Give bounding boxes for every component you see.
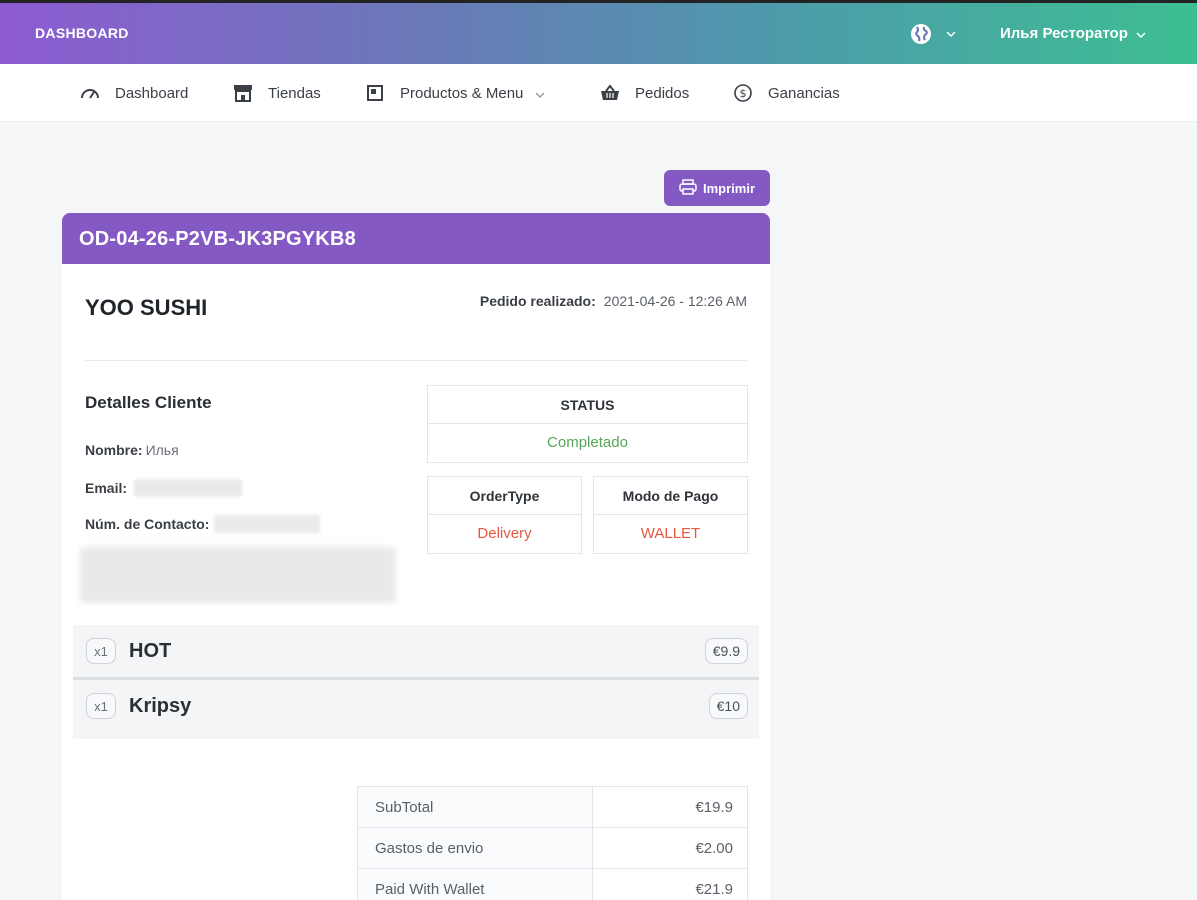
- nav-item-productos[interactable]: Productos & Menu: [364, 84, 545, 102]
- chevron-down-icon: [946, 31, 956, 37]
- total-value: €2.00: [592, 827, 748, 869]
- total-label: Paid With Wallet: [357, 868, 593, 900]
- name-label: Nombre:: [85, 442, 143, 458]
- status-label: STATUS: [428, 386, 747, 424]
- table-row: Paid With Wallet €21.9: [357, 868, 748, 900]
- redacted-email: [134, 479, 243, 497]
- basket-icon: [599, 84, 621, 102]
- order-card: OD-04-26-P2VB-JK3PGYKB8 YOO SUSHI Pedido…: [62, 213, 770, 900]
- email-label: Email:: [85, 480, 128, 496]
- item-price: €10: [708, 693, 748, 719]
- print-button[interactable]: Imprimir: [664, 170, 770, 206]
- status-box: STATUS Completado: [427, 385, 748, 463]
- order-type-box: OrderType Delivery: [427, 476, 582, 554]
- nav-item-tiendas[interactable]: Tiendas: [232, 84, 321, 102]
- item-name: Kripsy: [129, 694, 192, 717]
- divider: [85, 360, 747, 361]
- nav-label: Pedidos: [635, 84, 690, 102]
- nav-label: Tiendas: [268, 84, 321, 102]
- nav-item-pedidos[interactable]: Pedidos: [599, 84, 689, 102]
- order-id: OD-04-26-P2VB-JK3PGYKB8: [62, 213, 770, 264]
- nav-item-ganancias[interactable]: $ Ganancias: [732, 84, 840, 102]
- payment-mode-label: Modo de Pago: [594, 477, 747, 515]
- total-value: €19.9: [592, 786, 748, 828]
- table-row: Gastos de envio €2.00: [357, 827, 748, 869]
- print-label: Imprimir: [702, 180, 755, 196]
- item-name: HOT: [129, 639, 172, 662]
- customer-details-title: Detalles Cliente: [85, 393, 212, 412]
- list-item: x1 HOT €9.9: [73, 625, 759, 677]
- chevron-down-icon: [535, 85, 545, 102]
- nav-label: Productos & Menu: [400, 84, 524, 102]
- placed-value: 2021-04-26 - 12:26 AM: [603, 293, 747, 309]
- status-value: Completado: [547, 434, 628, 451]
- speedometer-icon: [79, 84, 101, 102]
- user-menu[interactable]: Илья Ресторатор: [1000, 25, 1146, 42]
- payment-mode-value: WALLET: [640, 525, 701, 542]
- order-placed: Pedido realizado: 2021-04-26 - 12:26 AM: [480, 293, 747, 309]
- payment-mode-box: Modo de Pago WALLET: [593, 476, 748, 554]
- name-value: Илья: [145, 442, 179, 458]
- item-quantity: x1: [86, 638, 116, 664]
- nav-label: Dashboard: [115, 84, 189, 102]
- printer-icon: [679, 178, 703, 198]
- nav-item-dashboard[interactable]: Dashboard: [79, 84, 188, 102]
- total-label: SubTotal: [357, 786, 593, 828]
- store-name: YOO SUSHI: [85, 295, 208, 320]
- item-quantity: x1: [86, 693, 116, 719]
- order-type-label: OrderType: [428, 477, 581, 515]
- total-value: €21.9: [592, 868, 748, 900]
- table-row: SubTotal €19.9: [357, 786, 748, 828]
- nav-label: Ganancias: [768, 84, 840, 102]
- language-switcher[interactable]: [910, 23, 956, 45]
- top-bar: DASHBOARD Илья Ресторатор: [0, 0, 1197, 64]
- redacted-address: [80, 547, 396, 603]
- customer-contact-row: Núm. de Contacto:: [85, 515, 321, 533]
- placed-label: Pedido realizado:: [479, 293, 596, 309]
- total-label: Gastos de envio: [357, 827, 593, 869]
- brand-title[interactable]: DASHBOARD: [35, 25, 129, 41]
- product-box-icon: [364, 84, 386, 102]
- order-type-value: Delivery: [477, 525, 532, 542]
- store-icon: [232, 84, 254, 102]
- svg-text:$: $: [740, 87, 747, 100]
- main-nav: Dashboard Tiendas Productos & Menu Pedid…: [0, 64, 1197, 122]
- chevron-down-icon: [1136, 25, 1146, 42]
- globe-icon: [910, 23, 932, 45]
- list-item: x1 Kripsy €10: [73, 680, 759, 732]
- customer-name-row: Nombre: Илья: [85, 442, 179, 458]
- user-name: Илья Ресторатор: [1000, 25, 1128, 42]
- contact-label: Núm. de Contacto:: [85, 516, 210, 532]
- totals-table: SubTotal €19.9 Gastos de envio €2.00 Pai…: [357, 786, 748, 900]
- order-items: x1 HOT €9.9 x1 Kripsy €10: [73, 625, 759, 739]
- customer-email-row: Email:: [85, 479, 243, 497]
- redacted-phone: [214, 515, 321, 533]
- dollar-circle-icon: $: [732, 84, 754, 102]
- item-price: €9.9: [704, 638, 748, 664]
